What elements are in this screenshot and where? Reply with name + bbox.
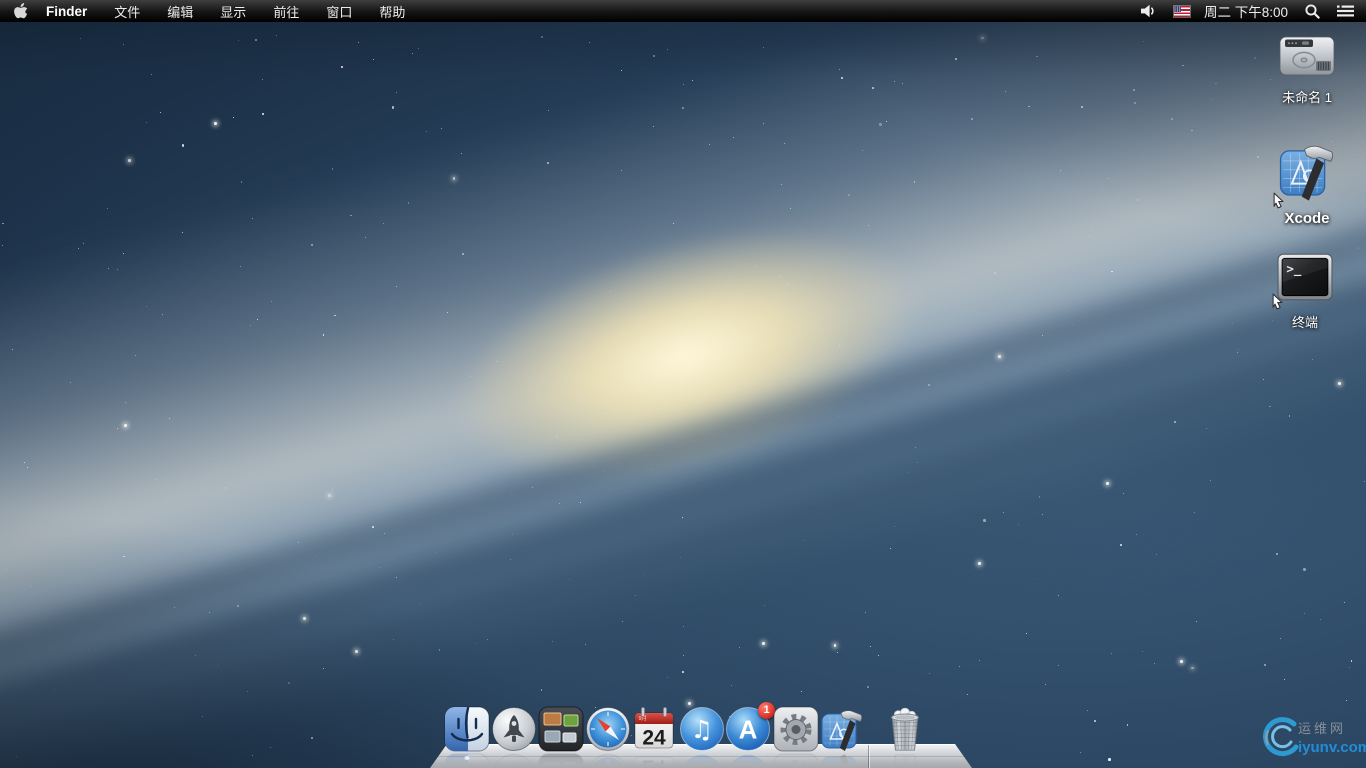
desktop: Finder 文件 编辑 显示 前往 窗口 帮助 周二 下午8:00 未命名 1… [0, 0, 1366, 768]
dock-item-system-preferences[interactable] [773, 706, 819, 752]
notification-center-icon [1337, 5, 1354, 17]
alias-arrow-icon [1273, 192, 1284, 209]
alias-arrow-icon [1272, 293, 1283, 310]
menu-go[interactable]: 前往 [273, 0, 299, 22]
dock-item-app-store[interactable]: A 1 [725, 702, 775, 752]
galaxy-core-glow [342, 98, 1058, 622]
dock-reflection: 9月 24 ♫ A 1 [0, 753, 1366, 766]
active-app-menu[interactable]: Finder [46, 0, 87, 22]
app-store-letter: A [739, 715, 758, 745]
dock-item-xcode[interactable] [820, 706, 866, 752]
apple-icon [14, 2, 28, 18]
desktop-icon-terminal[interactable]: >_ 终端 [1250, 253, 1360, 331]
svg-text:24: 24 [642, 756, 666, 767]
vignette-overlay [0, 0, 1366, 768]
us-flag-icon[interactable] [1172, 4, 1191, 18]
xcode-app-icon [1273, 142, 1336, 209]
mission-control-icon [538, 706, 584, 752]
dock-item-calendar[interactable]: 9月 24 [631, 706, 677, 752]
flag-canton [1173, 5, 1182, 12]
desktop-icon-xcode[interactable]: Xcode [1252, 142, 1362, 227]
xcode-label: Xcode [1284, 210, 1330, 227]
hard-disk-label: 未命名 1 [1282, 90, 1332, 105]
trash-icon [891, 707, 919, 751]
menu-file[interactable]: 文件 [114, 0, 140, 22]
finder-running-indicator [463, 756, 471, 760]
menu-window[interactable]: 窗口 [326, 0, 352, 22]
xcode-icon [821, 710, 863, 751]
menu-bar: Finder 文件 编辑 显示 前往 窗口 帮助 周二 下午8:00 [0, 0, 1366, 22]
menu-bar-clock[interactable]: 周二 下午8:00 [1204, 0, 1288, 22]
safari-icon [586, 707, 630, 751]
menu-edit[interactable]: 编辑 [167, 0, 193, 22]
calendar-icon: 9月 24 [634, 707, 674, 750]
terminal-label: 终端 [1291, 315, 1318, 330]
notification-center-button[interactable] [1337, 0, 1354, 22]
terminal-app-icon: >_ [1272, 253, 1333, 310]
itunes-icon: ♫ [680, 707, 724, 751]
dock-item-itunes[interactable]: ♫ [679, 706, 725, 752]
system-preferences-icon [773, 706, 819, 752]
dock-item-safari[interactable] [585, 706, 631, 752]
galaxy-band [0, 0, 1366, 768]
svg-text:A: A [739, 761, 758, 767]
volume-icon [1140, 4, 1154, 18]
hard-disk-icon [1278, 33, 1336, 84]
menu-view[interactable]: 显示 [220, 0, 246, 22]
dock-item-launchpad[interactable] [491, 706, 537, 752]
search-icon [1305, 3, 1320, 19]
svg-text:♫: ♫ [691, 761, 713, 766]
menu-help[interactable]: 帮助 [379, 0, 405, 22]
calendar-day-text: 24 [642, 727, 666, 750]
apple-menu[interactable] [14, 0, 28, 22]
terminal-prompt-glyph: >_ [1286, 261, 1301, 277]
dock-item-finder[interactable] [444, 706, 490, 752]
dock-item-trash[interactable] [882, 706, 928, 752]
finder-icon [444, 706, 490, 752]
spotlight-menu-extra[interactable] [1305, 0, 1320, 22]
desktop-icon-hard-disk[interactable]: 未命名 1 [1252, 33, 1362, 106]
launchpad-icon [492, 707, 536, 751]
galaxy-dust-lanes [0, 0, 1366, 768]
itunes-note-glyph: ♫ [691, 715, 713, 744]
dock: 9月 24 ♫ A 1 [0, 702, 1366, 752]
dock: 9月 24 ♫ A 1 [0, 753, 1366, 766]
dock-item-mission-control[interactable] [538, 706, 584, 752]
volume-menu-extra[interactable] [1140, 0, 1157, 22]
